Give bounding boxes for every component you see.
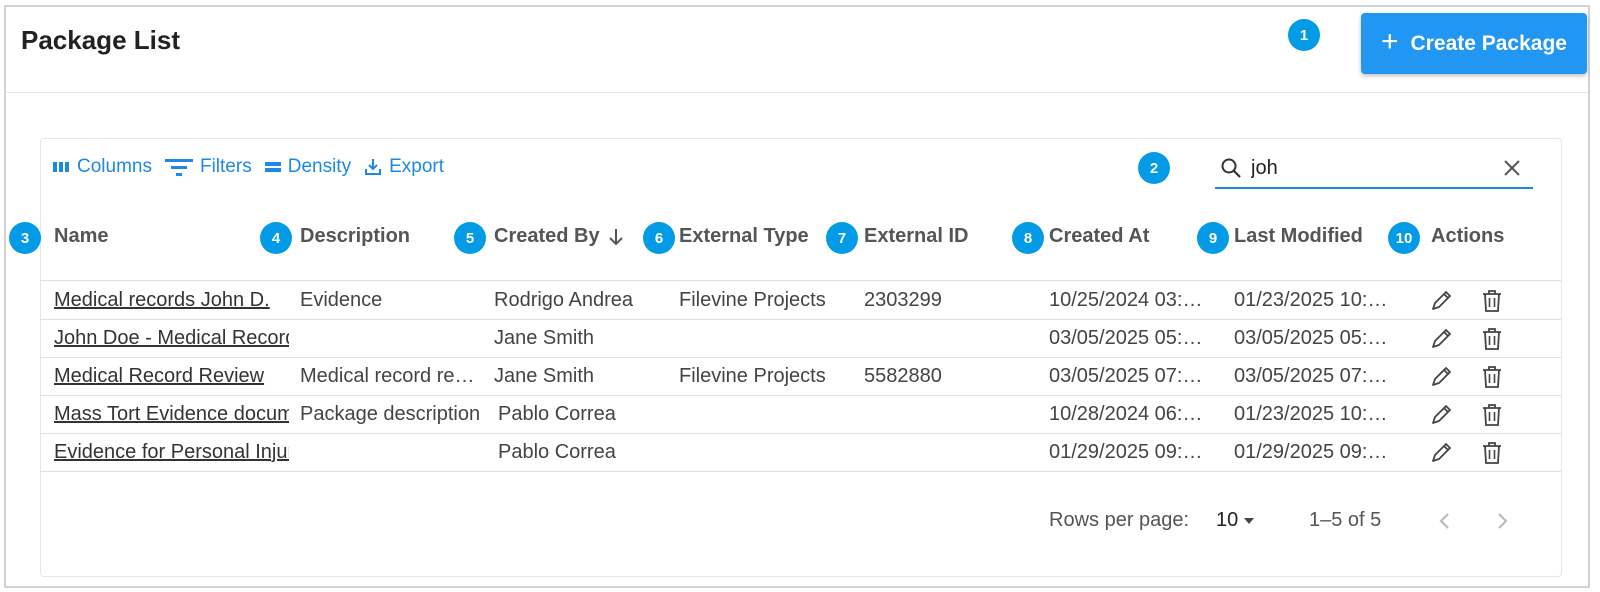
cell-created-at: 10/25/2024 03:00 PM	[1049, 289, 1211, 311]
callout-badge-2: 2	[1138, 152, 1170, 184]
column-header-last-modified[interactable]: Last Modified	[1234, 225, 1363, 248]
columns-button[interactable]: Columns	[51, 156, 152, 178]
cell-external-type: Filevine Projects	[679, 289, 826, 311]
package-list-panel: Package List 1 + Create Package Columns …	[4, 5, 1590, 588]
density-label: Density	[287, 156, 352, 177]
cell-created-at: 10/28/2024 06:00 PM	[1049, 403, 1211, 425]
page-title: Package List	[21, 25, 180, 55]
table-row[interactable]: Medical records John D. Evidence Rodrigo A…	[41, 282, 1561, 320]
cell-last-modified: 01/23/2025 10:00 AM	[1234, 403, 1396, 425]
previous-page-icon[interactable]	[1433, 509, 1457, 533]
callout-badge-1: 1	[1288, 19, 1320, 51]
cell-created-by: Jane Smith	[494, 327, 595, 349]
search-icon	[1221, 158, 1241, 178]
cell-created-by: Jane Smith	[494, 365, 595, 387]
table-row[interactable]: Medical Record Review Medical record revi…	[41, 358, 1561, 396]
cell-name[interactable]: John Doe - Medical Records	[54, 327, 289, 350]
plus-icon: +	[1381, 25, 1399, 58]
cell-created-at: 03/05/2025 07:00 PM	[1049, 365, 1211, 387]
callout-badge-6: 6	[643, 222, 675, 254]
export-icon	[365, 159, 382, 175]
column-header-created-by[interactable]: Created By	[494, 225, 626, 248]
cell-name[interactable]: Medical Record Review	[54, 365, 289, 388]
cell-created-by: Pablo Correa	[498, 403, 616, 425]
callout-badge-5: 5	[454, 222, 486, 254]
caret-down-icon	[1244, 517, 1255, 524]
density-button[interactable]: Density	[264, 156, 351, 178]
cell-last-modified: 01/23/2025 10:00 AM	[1234, 289, 1396, 311]
cell-last-modified: 03/05/2025 07:00 PM	[1234, 365, 1396, 387]
table-row[interactable]: John Doe - Medical Records Jane Smith 03/0…	[41, 320, 1561, 358]
page-header: Package List 1 + Create Package	[6, 7, 1588, 93]
column-header-created-at[interactable]: Created At	[1049, 225, 1149, 248]
edit-icon[interactable]	[1428, 326, 1454, 352]
column-header-external-id[interactable]: External ID	[864, 225, 968, 248]
cell-last-modified: 01/29/2025 09:00 AM	[1234, 441, 1396, 463]
column-header-description[interactable]: Description	[300, 225, 410, 248]
cell-name[interactable]: Evidence for Personal Injury	[54, 441, 289, 464]
cell-external-id: 2303299	[864, 289, 942, 311]
column-header-name[interactable]: Name	[54, 225, 108, 248]
cell-last-modified: 03/05/2025 05:00 PM	[1234, 327, 1396, 349]
cell-name[interactable]: Mass Tort Evidence documents	[54, 403, 289, 426]
cell-created-at: 03/05/2025 05:00 PM	[1049, 327, 1211, 349]
search-box[interactable]	[1215, 149, 1533, 189]
rows-per-page-select[interactable]: 10	[1216, 509, 1256, 532]
column-header-external-type[interactable]: External Type	[679, 225, 809, 248]
delete-icon[interactable]	[1479, 288, 1505, 314]
delete-icon[interactable]	[1479, 440, 1505, 466]
cell-description: Package description	[300, 403, 481, 425]
delete-icon[interactable]	[1479, 326, 1505, 352]
sort-descending-icon[interactable]	[606, 227, 626, 247]
clear-search-icon[interactable]	[1501, 157, 1523, 179]
filters-button[interactable]: Filters	[164, 156, 252, 178]
cell-description: Evidence	[300, 289, 383, 311]
edit-icon[interactable]	[1428, 402, 1454, 428]
filters-label: Filters	[199, 156, 252, 177]
callout-badge-7: 7	[826, 222, 858, 254]
edit-icon[interactable]	[1428, 288, 1454, 314]
search-input[interactable]	[1251, 156, 1481, 180]
cell-created-by: Rodrigo Andrea	[494, 289, 633, 311]
pagination: Rows per page: 10 1–5 of 5	[41, 505, 1561, 545]
callout-badge-8: 8	[1012, 222, 1044, 254]
create-package-label: Create Package	[1410, 31, 1567, 55]
column-header-actions: Actions	[1431, 225, 1505, 247]
cell-name[interactable]: Medical records John D.	[54, 289, 289, 312]
delete-icon[interactable]	[1479, 402, 1505, 428]
callout-badge-4: 4	[260, 222, 292, 254]
cell-created-by: Pablo Correa	[498, 441, 616, 463]
export-button[interactable]: Export	[363, 156, 444, 178]
columns-label: Columns	[77, 156, 152, 177]
export-label: Export	[389, 156, 444, 177]
cell-external-id: 5582880	[864, 365, 942, 387]
columns-icon	[53, 162, 69, 172]
grid-toolbar: Columns Filters Density Export	[51, 156, 456, 178]
cell-description: Medical record review	[300, 365, 483, 387]
table-row[interactable]: Evidence for Personal Injury Pablo Correa…	[41, 434, 1561, 472]
cell-created-at: 01/29/2025 09:00 AM	[1049, 441, 1211, 463]
callout-badge-3: 3	[9, 222, 41, 254]
delete-icon[interactable]	[1479, 364, 1505, 390]
page-range: 1–5 of 5	[1309, 509, 1382, 531]
callout-badge-10: 10	[1388, 222, 1420, 254]
create-package-button[interactable]: + Create Package	[1361, 13, 1587, 74]
next-page-icon[interactable]	[1490, 509, 1514, 533]
edit-icon[interactable]	[1428, 440, 1454, 466]
rows-per-page-label: Rows per page:	[1049, 509, 1190, 531]
edit-icon[interactable]	[1428, 364, 1454, 390]
density-icon	[264, 162, 281, 172]
filter-icon	[164, 159, 193, 176]
cell-external-type: Filevine Projects	[679, 365, 826, 387]
table-row[interactable]: Mass Tort Evidence documents Package desc…	[41, 396, 1561, 434]
data-grid: Columns Filters Density Export 2 Name De…	[40, 138, 1562, 577]
callout-badge-9: 9	[1197, 222, 1229, 254]
